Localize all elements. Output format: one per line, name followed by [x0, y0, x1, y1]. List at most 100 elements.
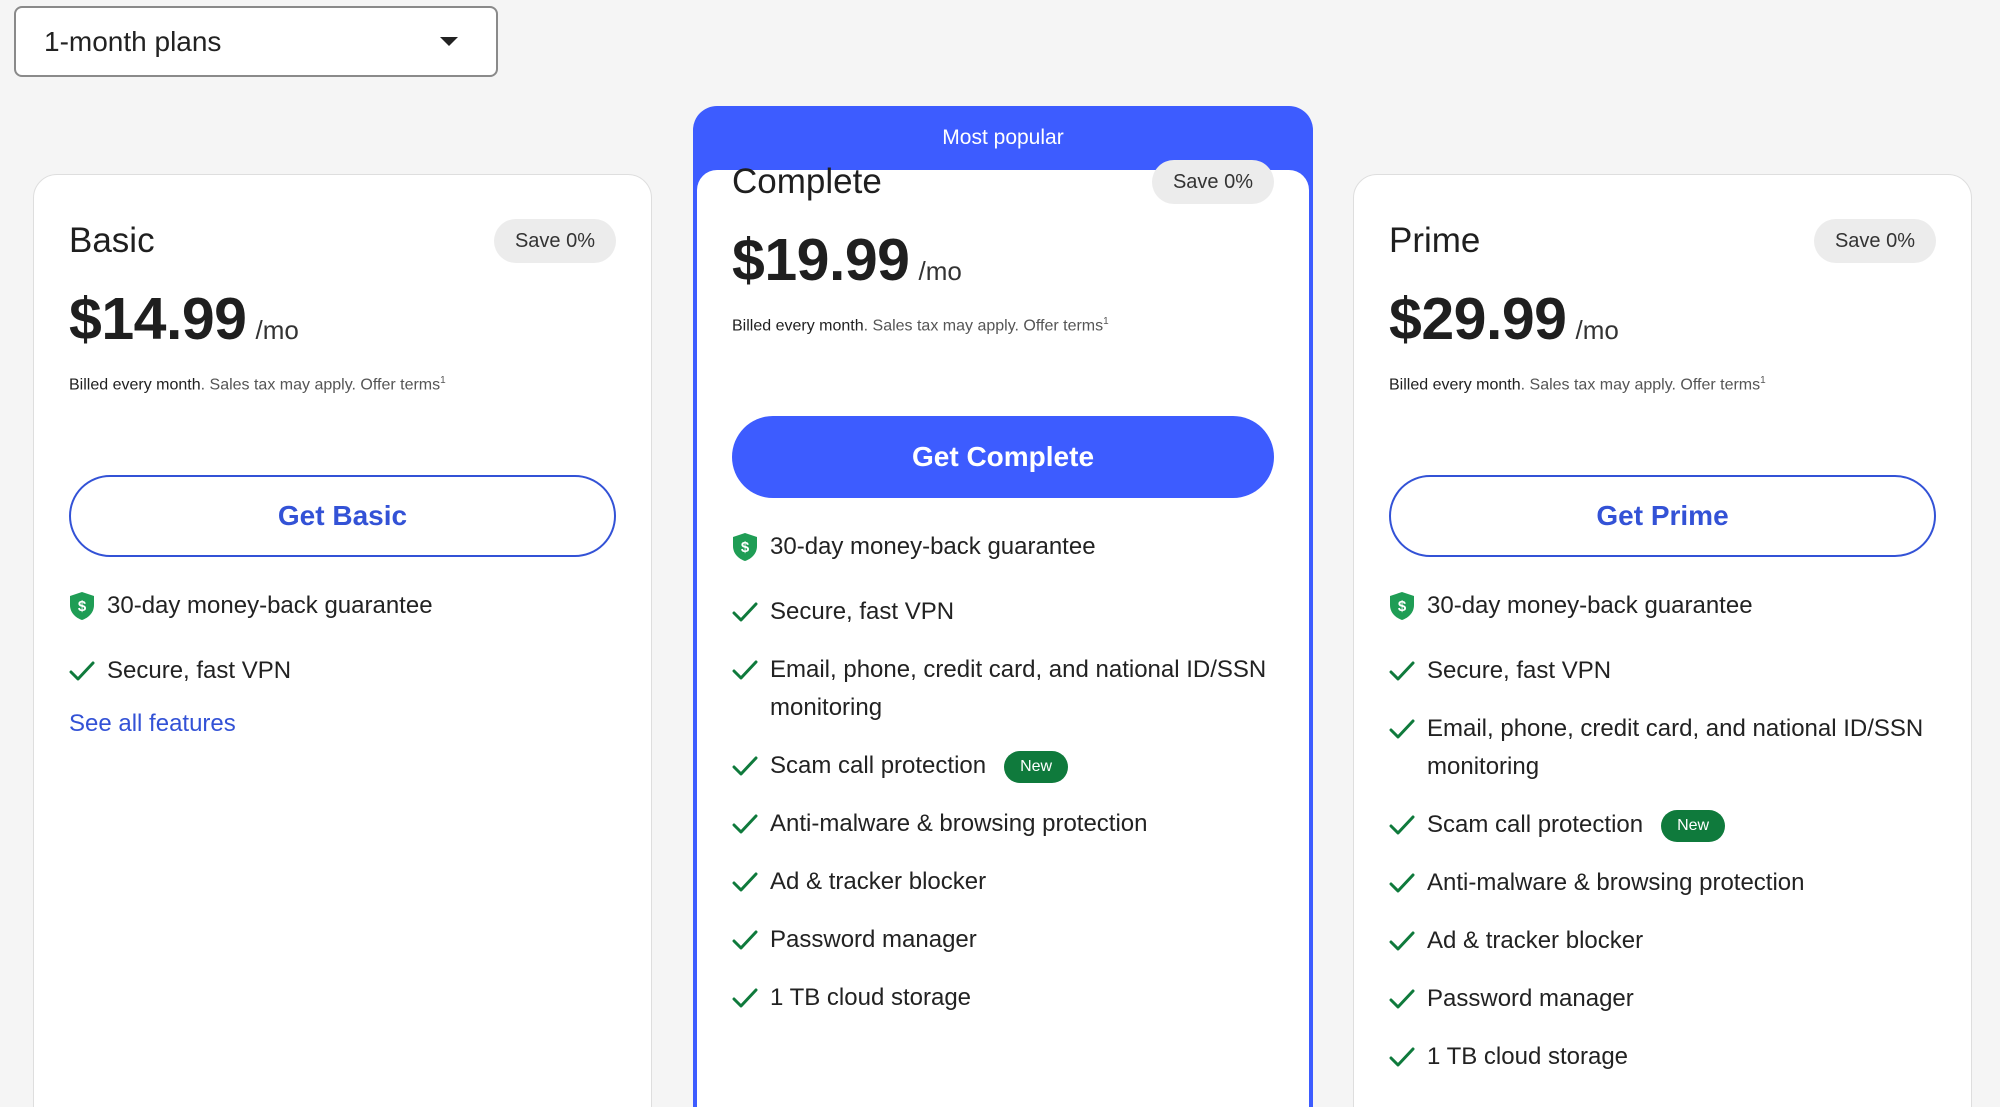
get-complete-button[interactable]: Get Complete: [732, 416, 1274, 498]
check-icon: [1389, 652, 1427, 690]
save-badge: Save 0%: [1151, 160, 1274, 204]
plan-duration-select[interactable]: 1-month plans: [14, 6, 498, 77]
feature-guarantee: $30-day money-back guarantee: [69, 587, 616, 625]
check-icon: [1389, 980, 1427, 1018]
check-icon: [1389, 806, 1427, 844]
plan-name: Complete: [732, 162, 882, 201]
feature-label: Email, phone, credit card, and national …: [770, 656, 1267, 721]
plan-price: $19.99: [732, 227, 910, 293]
plan-name: Prime: [1389, 221, 1481, 260]
check-icon: [732, 979, 770, 1017]
feature-label: Ad & tracker blocker: [1427, 927, 1644, 954]
billing-note: Billed every month. Sales tax may apply.…: [69, 375, 446, 394]
get-prime-button[interactable]: Get Prime: [1389, 475, 1936, 557]
feature-item: Ad & tracker blocker: [732, 863, 1274, 901]
feature-item: 1 TB cloud storage: [1389, 1038, 1936, 1076]
feature-label: Secure, fast VPN: [770, 598, 955, 625]
billing-note: Billed every month. Sales tax may apply.…: [1389, 375, 1766, 394]
feature-label: Password manager: [770, 926, 977, 953]
shield-dollar-icon: $: [1389, 587, 1427, 625]
plan-card-complete: Complete Save 0% $19.99 /mo Billed every…: [697, 160, 1309, 1107]
feature-item: Email, phone, credit card, and national …: [1389, 710, 1936, 786]
billing-rest: . Sales tax may apply. Offer terms: [863, 317, 1104, 335]
shield-dollar-icon: $: [732, 528, 770, 566]
price-period: /mo: [918, 256, 962, 286]
plan-name: Basic: [69, 221, 155, 260]
check-icon: [732, 805, 770, 843]
billing-prefix: Billed every month: [69, 376, 201, 394]
price-period: /mo: [255, 315, 299, 345]
offer-terms-footnote[interactable]: 1: [1760, 375, 1766, 386]
feature-item: Secure, fast VPN: [1389, 652, 1936, 690]
svg-text:$: $: [78, 598, 87, 615]
most-popular-frame: Most popular Complete Save 0% $19.99 /mo…: [693, 106, 1313, 1107]
feature-label: Scam call protection: [1427, 811, 1644, 838]
new-badge: New: [1661, 810, 1726, 842]
feature-list: $30-day money-back guarantee Secure, fast…: [69, 587, 616, 738]
feature-label: 30-day money-back guarantee: [770, 533, 1096, 560]
feature-item: Anti-malware & browsing protection: [1389, 864, 1936, 902]
feature-item: Password manager: [1389, 980, 1936, 1018]
save-badge: Save 0%: [1813, 219, 1936, 263]
check-icon: [732, 863, 770, 901]
check-icon: [1389, 922, 1427, 960]
check-icon: [69, 652, 107, 690]
feature-item: Email, phone, credit card, and national …: [732, 651, 1274, 727]
feature-label: Secure, fast VPN: [107, 657, 292, 684]
feature-label: 30-day money-back guarantee: [1427, 592, 1753, 619]
feature-item: Secure, fast VPN: [732, 593, 1274, 631]
price-row: $14.99 /mo: [69, 285, 299, 353]
feature-label: Anti-malware & browsing protection: [770, 810, 1148, 837]
feature-label: Email, phone, credit card, and national …: [1427, 715, 1924, 780]
svg-text:$: $: [741, 539, 750, 556]
check-icon: [732, 921, 770, 959]
check-icon: [1389, 1038, 1427, 1076]
billing-prefix: Billed every month: [1389, 376, 1521, 394]
feature-label: Secure, fast VPN: [1427, 657, 1612, 684]
pricing-page: 1-month plans Basic Save 0% $14.99 /mo B…: [0, 0, 2000, 1107]
plan-card-basic: Basic Save 0% $14.99 /mo Billed every mo…: [33, 174, 652, 1107]
feature-list: $30-day money-back guarantee Secure, fast…: [1389, 587, 1936, 1096]
feature-label: 30-day money-back guarantee: [107, 592, 433, 619]
feature-label: Password manager: [1427, 985, 1634, 1012]
billing-prefix: Billed every month: [732, 317, 864, 335]
chevron-down-icon: [440, 37, 458, 46]
see-all-features-link[interactable]: See all features: [69, 710, 616, 738]
feature-label: 1 TB cloud storage: [770, 984, 972, 1011]
check-icon: [732, 651, 770, 689]
price-row: $19.99 /mo: [732, 226, 962, 294]
feature-list: $30-day money-back guarantee Secure, fast…: [732, 528, 1274, 1037]
feature-item: Scam call protection New: [1389, 806, 1936, 844]
new-badge: New: [1004, 751, 1069, 783]
feature-item: Secure, fast VPN: [69, 652, 616, 690]
plan-price: $29.99: [1389, 286, 1567, 352]
plan-duration-value: 1-month plans: [44, 25, 222, 57]
offer-terms-footnote[interactable]: 1: [1103, 316, 1109, 327]
billing-rest: . Sales tax may apply. Offer terms: [1520, 376, 1761, 394]
check-icon: [1389, 864, 1427, 902]
save-badge: Save 0%: [493, 219, 616, 263]
check-icon: [732, 593, 770, 631]
feature-label: 1 TB cloud storage: [1427, 1043, 1629, 1070]
offer-terms-footnote[interactable]: 1: [440, 375, 446, 386]
feature-label: Scam call protection: [770, 752, 987, 779]
feature-item: Scam call protection New: [732, 747, 1274, 785]
check-icon: [1389, 710, 1427, 748]
billing-rest: . Sales tax may apply. Offer terms: [200, 376, 441, 394]
svg-text:$: $: [1398, 598, 1407, 615]
shield-dollar-icon: $: [69, 587, 107, 625]
get-basic-button[interactable]: Get Basic: [69, 475, 616, 557]
price-period: /mo: [1575, 315, 1619, 345]
check-icon: [732, 747, 770, 785]
price-row: $29.99 /mo: [1389, 285, 1619, 353]
feature-item: Ad & tracker blocker: [1389, 922, 1936, 960]
feature-label: Anti-malware & browsing protection: [1427, 869, 1805, 896]
feature-label: Ad & tracker blocker: [770, 868, 987, 895]
feature-guarantee: $30-day money-back guarantee: [1389, 587, 1936, 625]
billing-note: Billed every month. Sales tax may apply.…: [732, 316, 1109, 335]
feature-item: Password manager: [732, 921, 1274, 959]
plan-card-prime: Prime Save 0% $29.99 /mo Billed every mo…: [1353, 174, 1972, 1107]
feature-item: Anti-malware & browsing protection: [732, 805, 1274, 843]
plan-price: $14.99: [69, 286, 247, 352]
feature-item: 1 TB cloud storage: [732, 979, 1274, 1017]
